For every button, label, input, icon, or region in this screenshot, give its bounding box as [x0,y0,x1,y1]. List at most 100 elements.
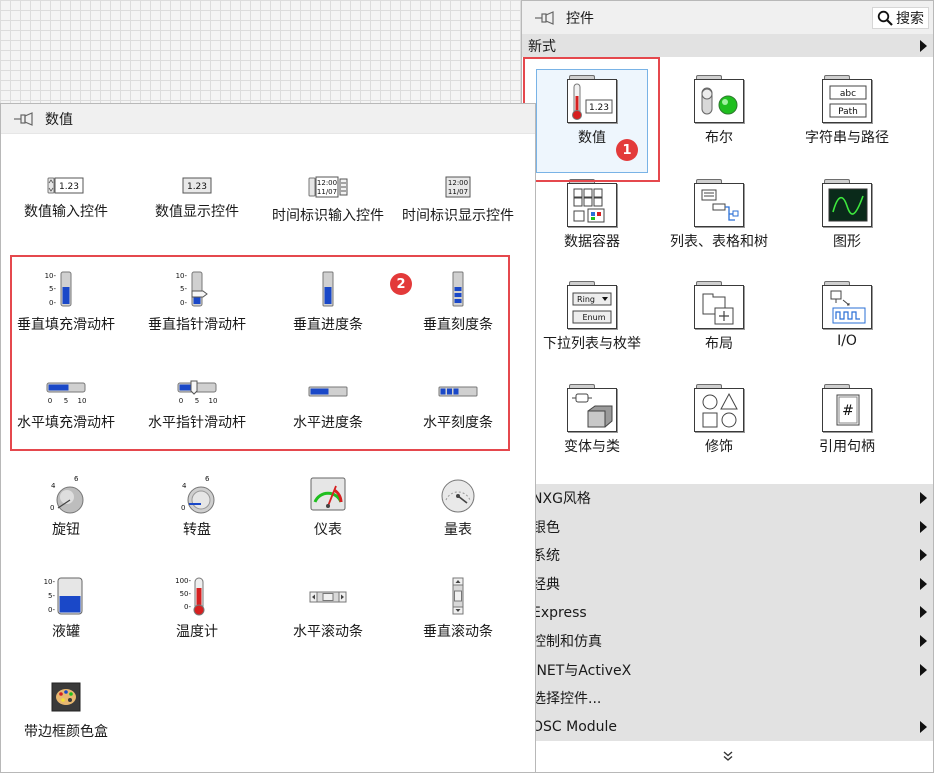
timestamp-control[interactable]: 12:00 11/07 时间标识输入控件 [263,174,393,226]
category-refnum[interactable]: # 引用句柄 [782,384,912,456]
numeric-palette: 数值 1.23 数值输入控件 1.23 数值显示控件 12:00 11/07 时… [0,103,536,773]
numeric-indicator[interactable]: 1.23 数值显示控件 [132,174,262,222]
numeric-control[interactable]: 1.23 数值输入控件 [1,174,131,222]
expand-arrow-icon [920,492,927,504]
svg-text:12:00: 12:00 [317,179,337,187]
meter[interactable]: 量表 [393,474,523,540]
category-variant-class[interactable]: 变体与类 [527,384,657,456]
svg-text:0-: 0- [184,603,191,611]
layout-folder-icon [694,281,744,329]
section-modern[interactable]: 新式 [522,34,933,57]
svg-text:1.23: 1.23 [187,182,207,192]
thermometer[interactable]: 100- 50- 0- 温度计 [132,576,262,642]
svg-text:11/07: 11/07 [317,188,337,196]
subpalette-item[interactable]: .NET与ActiveX [522,655,933,685]
list-table-tree-folder-icon [694,179,744,227]
pin-icon[interactable] [534,10,556,25]
category-boolean[interactable]: 布尔 [654,75,784,147]
timestamp-indicator[interactable]: 12:00 11/07 时间标识显示控件 [393,174,523,226]
section-modern-label: 新式 [528,38,556,55]
tank[interactable]: 10- 5- 0- 液罐 [1,576,131,642]
framed-color-box[interactable]: 带边框颜色盒 [1,682,131,742]
horizontal-scrollbar-label: 水平滚动条 [293,624,363,640]
svg-text:50-: 50- [180,590,192,598]
category-list-table-tree[interactable]: 列表、表格和树 [654,179,784,251]
numeric-palette-title: 数值 [45,111,73,128]
svg-text:100-: 100- [175,577,191,585]
category-refnum-label: 引用句柄 [819,439,875,455]
numeric-indicator-label: 数值显示控件 [155,204,239,220]
subpalette-item[interactable]: Express [522,598,933,627]
category-data-containers[interactable]: 数据容器 [527,179,657,251]
numeric-palette-header: 数值 [1,104,535,134]
horizontal-scrollbar-icon [309,591,347,603]
horizontal-scrollbar[interactable]: 水平滚动条 [263,576,393,642]
numeric-control-label: 数值输入控件 [24,204,108,220]
meter-label: 量表 [444,522,472,538]
svg-text:4: 4 [182,482,187,490]
dial-label: 转盘 [183,522,211,538]
tank-label: 液罐 [52,624,80,640]
svg-text:5-: 5- [48,592,55,600]
category-io[interactable]: I/O [782,281,912,349]
data-containers-folder-icon [567,179,617,227]
expand-arrow-icon [920,606,927,619]
category-layout-label: 布局 [705,336,733,352]
category-decorations-label: 修饰 [705,439,733,455]
dial-icon: 0 4 6 [181,475,215,514]
category-string-path[interactable]: abc Path 字符串与路径 [782,75,912,147]
svg-text:Ring: Ring [577,295,595,304]
gauge-icon [310,477,346,511]
annotation-badge-2: 2 [390,273,412,295]
subpalette-item[interactable]: 银色 [522,512,933,542]
annotation-badge-1: 1 [616,139,638,161]
controls-palette-header: 控件 搜索 [522,1,933,34]
svg-text:#: # [842,403,854,419]
category-ring-enum[interactable]: Ring Enum 下拉列表与枚举 [527,281,657,353]
expand-arrow-icon [920,549,927,562]
category-graph[interactable]: 图形 [782,179,912,251]
tank-icon: 10- 5- 0- [44,577,83,615]
category-layout[interactable]: 布局 [654,281,784,353]
category-list-table-tree-label: 列表、表格和树 [670,234,768,250]
gauge[interactable]: 仪表 [263,474,393,540]
pin-icon[interactable] [13,111,35,126]
search-button[interactable]: 搜索 [872,7,929,29]
annotation-box-1 [523,57,660,182]
svg-text:6: 6 [74,475,79,483]
dial[interactable]: 0 4 6 转盘 [132,474,262,540]
subpalette-item[interactable]: 系统 [522,541,933,570]
svg-text:0: 0 [181,504,185,512]
timestamp-indicator-label: 时间标识显示控件 [402,208,514,224]
knob-icon: 0 4 6 [50,475,84,514]
svg-text:0-: 0- [48,606,55,614]
timestamp-control-icon: 12:00 11/07 [308,176,348,198]
thermometer-icon: 100- 50- 0- [175,577,205,616]
expand-arrow-icon [920,663,927,676]
select-control-item[interactable]: 选择控件... [522,684,933,713]
category-decorations[interactable]: 修饰 [654,384,784,456]
knob[interactable]: 0 4 6 旋钮 [1,474,131,540]
subpalette-item[interactable]: 控制和仿真 [522,626,933,656]
show-more-button[interactable] [522,741,933,771]
search-icon [877,10,893,26]
svg-text:abc: abc [840,89,856,99]
knob-label: 旋钮 [52,522,80,538]
subpalette-item[interactable]: OSC Module [522,712,933,742]
numeric-indicator-icon: 1.23 [182,177,212,194]
controls-palette-title: 控件 [566,10,594,27]
boolean-folder-icon [694,75,744,123]
category-graph-label: 图形 [833,234,861,250]
category-io-label: I/O [837,333,857,349]
category-data-containers-label: 数据容器 [564,234,620,250]
subpalette-item[interactable]: 经典 [522,569,933,599]
refnum-folder-icon: # [822,384,872,432]
svg-text:Enum: Enum [583,313,606,322]
timestamp-indicator-icon: 12:00 11/07 [445,176,471,198]
expand-arrow-icon [920,577,927,590]
subpalette-item[interactable]: NXG风格 [522,484,933,513]
category-ring-enum-label: 下拉列表与枚举 [543,336,641,352]
svg-text:4: 4 [51,482,56,490]
vertical-scrollbar[interactable]: 垂直滚动条 [393,576,523,642]
svg-text:12:00: 12:00 [448,179,468,187]
